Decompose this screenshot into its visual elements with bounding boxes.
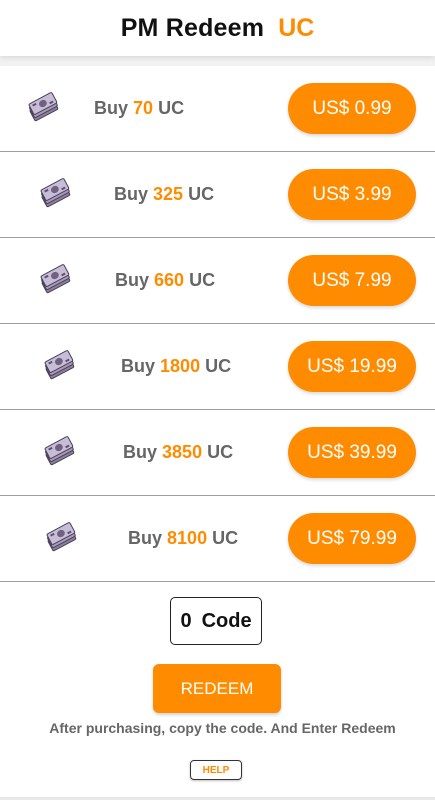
code-label: Code bbox=[201, 609, 252, 632]
buy-button-70[interactable]: US$ 0.99 bbox=[288, 83, 416, 134]
buy-button-8100[interactable]: US$ 79.99 bbox=[288, 513, 416, 564]
money-stack-icon bbox=[26, 92, 60, 124]
package-row-3850: Buy 3850 UC US$ 39.99 bbox=[0, 410, 435, 496]
app-title-accent: UC bbox=[278, 13, 315, 42]
redeem-button[interactable]: REDEEM bbox=[153, 664, 281, 713]
header-spacer bbox=[0, 56, 435, 66]
package-label: Buy 70 UC bbox=[94, 98, 185, 118]
buy-button-1800[interactable]: US$ 19.99 bbox=[288, 341, 416, 392]
code-field[interactable]: 0 Code bbox=[170, 597, 262, 645]
app-header: PM Redeem UC bbox=[0, 0, 435, 56]
package-row-325: Buy 325 UC US$ 3.99 bbox=[0, 152, 435, 238]
money-stack-icon bbox=[42, 436, 76, 468]
code-count: 0 bbox=[180, 609, 192, 632]
package-label: Buy 3850 UC bbox=[123, 442, 234, 462]
package-label: Buy 325 UC bbox=[114, 184, 215, 204]
package-row-70: Buy 70 UC US$ 0.99 bbox=[0, 66, 435, 152]
buy-button-325[interactable]: US$ 3.99 bbox=[288, 169, 416, 220]
money-stack-icon bbox=[42, 350, 76, 382]
instruction-text: After purchasing, copy the code. And Ent… bbox=[49, 720, 396, 736]
package-row-1800: Buy 1800 UC US$ 19.99 bbox=[0, 324, 435, 410]
buy-button-3850[interactable]: US$ 39.99 bbox=[288, 427, 416, 478]
package-list: Buy 70 UC US$ 0.99 Buy 325 UC US$ 3.99 B… bbox=[0, 66, 435, 582]
help-button[interactable]: HELP bbox=[190, 760, 242, 780]
money-stack-icon bbox=[44, 522, 78, 554]
money-stack-icon bbox=[38, 178, 72, 210]
app-title: PM Redeem bbox=[120, 13, 265, 42]
package-label: Buy 660 UC bbox=[115, 270, 216, 290]
package-label: Buy 1800 UC bbox=[121, 356, 232, 376]
package-label: Buy 8100 UC bbox=[128, 528, 239, 548]
buy-button-660[interactable]: US$ 7.99 bbox=[288, 255, 416, 306]
package-row-8100: Buy 8100 UC US$ 79.99 bbox=[0, 496, 435, 582]
money-stack-icon bbox=[38, 264, 72, 296]
package-row-660: Buy 660 UC US$ 7.99 bbox=[0, 238, 435, 324]
